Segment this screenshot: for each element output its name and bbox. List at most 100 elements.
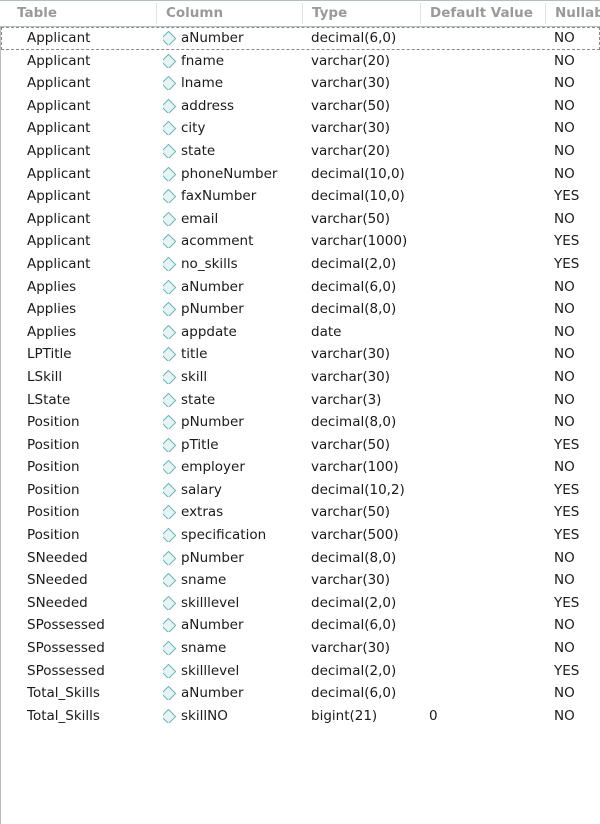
table-row[interactable]: Total_Skills aNumber decimal(6,0) NO	[1, 682, 600, 705]
cell-default-value	[429, 547, 539, 570]
table-row[interactable]: Position salary decimal(10,2) YES	[1, 479, 600, 502]
cell-data-type: varchar(20)	[311, 142, 391, 159]
cell-column-name: salary	[181, 481, 222, 498]
cell-column-name: aNumber	[181, 617, 244, 634]
table-row[interactable]: Position extras varchar(50) YES	[1, 501, 600, 524]
column-key-diamond-icon	[163, 76, 179, 91]
cell-default-value	[429, 253, 539, 276]
cell-column-name: city	[181, 120, 206, 137]
table-row[interactable]: LSkill skill varchar(30) NO	[1, 366, 600, 389]
table-row[interactable]: Position pNumber decimal(8,0) NO	[1, 411, 600, 434]
cell-column-name: state	[181, 142, 216, 159]
column-key-diamond-icon	[163, 595, 179, 610]
diamond-shape	[163, 324, 177, 339]
column-key-diamond-icon	[163, 618, 179, 633]
column-header-default-value[interactable]: Default Value	[421, 1, 545, 26]
table-row[interactable]: LPTitle title varchar(30) NO	[1, 343, 600, 366]
diamond-shape	[163, 415, 177, 430]
column-key-diamond-icon	[163, 415, 179, 430]
table-row[interactable]: Position pTitle varchar(50) YES	[1, 434, 600, 457]
column-key-diamond-icon	[163, 166, 179, 181]
cell-data-type: decimal(6,0)	[311, 30, 397, 46]
cell-nullable: YES	[554, 481, 580, 498]
cell-nullable: NO	[554, 572, 575, 589]
cell-table: Applicant	[27, 30, 91, 46]
cell-default-value	[429, 50, 539, 73]
cell-table: Applies	[27, 323, 77, 340]
table-row[interactable]: SNeeded pNumber decimal(8,0) NO	[1, 547, 600, 570]
cell-default-value	[429, 660, 539, 683]
cell-nullable: YES	[554, 233, 580, 250]
diamond-shape	[163, 166, 177, 181]
cell-data-type: decimal(2,0)	[311, 594, 397, 611]
table-row[interactable]: Total_Skills skillNO bigint(21) 0 NO	[1, 705, 600, 728]
cell-column-name: pNumber	[181, 414, 244, 431]
table-row[interactable]: Applicant phoneNumber decimal(10,0) NO	[1, 163, 600, 186]
table-row[interactable]: SNeeded skilllevel decimal(2,0) YES	[1, 592, 600, 615]
cell-table: LState	[27, 391, 71, 408]
cell-column-name: specification	[181, 527, 267, 544]
table-row[interactable]: LState state varchar(3) NO	[1, 389, 600, 412]
table-row[interactable]: Applicant faxNumber decimal(10,0) YES	[1, 185, 600, 208]
diamond-shape	[163, 302, 177, 317]
cell-nullable: YES	[554, 255, 580, 272]
cell-column-name: email	[181, 210, 219, 227]
grid-body: Applicant aNumber decimal(6,0) NO Applicant f…	[0, 27, 600, 824]
table-row[interactable]: Applicant lname varchar(30) NO	[1, 72, 600, 95]
table-row[interactable]: SNeeded sname varchar(30) NO	[1, 569, 600, 592]
cell-nullable: NO	[554, 414, 575, 431]
diamond-shape	[163, 256, 177, 271]
table-row[interactable]: Applicant no_skills decimal(2,0) YES	[1, 253, 600, 276]
column-key-diamond-icon	[163, 256, 179, 271]
diamond-shape	[163, 550, 177, 565]
table-row[interactable]: Position employer varchar(100) NO	[1, 456, 600, 479]
column-header-column[interactable]: Column	[157, 1, 302, 26]
column-header-table[interactable]: Table	[8, 1, 156, 26]
diamond-shape	[163, 595, 177, 610]
cell-data-type: varchar(20)	[311, 52, 391, 69]
diamond-shape	[163, 528, 177, 543]
cell-data-type: varchar(500)	[311, 527, 399, 544]
table-row[interactable]: SPossessed sname varchar(30) NO	[1, 637, 600, 660]
table-row[interactable]: Position specification varchar(500) YES	[1, 524, 600, 547]
column-header-type[interactable]: Type	[303, 1, 420, 26]
table-row[interactable]: Applies appdate date NO	[1, 321, 600, 344]
table-row[interactable]: Applicant address varchar(50) NO	[1, 95, 600, 118]
table-row[interactable]: Applicant city varchar(30) NO	[1, 117, 600, 140]
cell-table: Applies	[27, 278, 77, 295]
table-row[interactable]: SPossessed skilllevel decimal(2,0) YES	[1, 660, 600, 683]
diamond-shape	[163, 189, 177, 204]
cell-nullable: YES	[554, 594, 580, 611]
cell-default-value	[429, 501, 539, 524]
cell-nullable: NO	[554, 52, 575, 69]
cell-column-name: skill	[181, 368, 208, 385]
table-row[interactable]: SPossessed aNumber decimal(6,0) NO	[1, 614, 600, 637]
table-row[interactable]: Applies aNumber decimal(6,0) NO	[1, 276, 600, 299]
column-key-diamond-icon	[163, 550, 179, 565]
cell-column-name: pNumber	[181, 301, 244, 318]
diamond-shape	[163, 460, 177, 475]
diamond-shape	[163, 618, 177, 633]
diamond-shape	[163, 347, 177, 362]
cell-column-name: pNumber	[181, 549, 244, 566]
table-row[interactable]: Applicant aNumber decimal(6,0) NO	[1, 27, 600, 50]
cell-column-name: fname	[181, 52, 225, 69]
cell-data-type: bigint(21)	[311, 707, 378, 724]
cell-table: SPossessed	[27, 640, 105, 657]
table-row[interactable]: Applicant email varchar(50) NO	[1, 208, 600, 231]
cell-default-value	[429, 366, 539, 389]
cell-default-value	[429, 117, 539, 140]
cell-default-value	[429, 637, 539, 660]
table-row[interactable]: Applicant fname varchar(20) NO	[1, 50, 600, 73]
column-key-diamond-icon	[163, 31, 179, 45]
table-row[interactable]: Applicant state varchar(20) NO	[1, 140, 600, 163]
cell-nullable: NO	[554, 685, 575, 702]
cell-column-name: pTitle	[181, 436, 219, 453]
cell-data-type: decimal(8,0)	[311, 549, 397, 566]
column-key-diamond-icon	[163, 482, 179, 497]
table-row[interactable]: Applies pNumber decimal(8,0) NO	[1, 298, 600, 321]
column-header-nullable[interactable]: Nullab	[546, 1, 600, 26]
cell-data-type: decimal(10,0)	[311, 188, 405, 205]
table-row[interactable]: Applicant acomment varchar(1000) YES	[1, 230, 600, 253]
cell-column-name: extras	[181, 504, 224, 521]
